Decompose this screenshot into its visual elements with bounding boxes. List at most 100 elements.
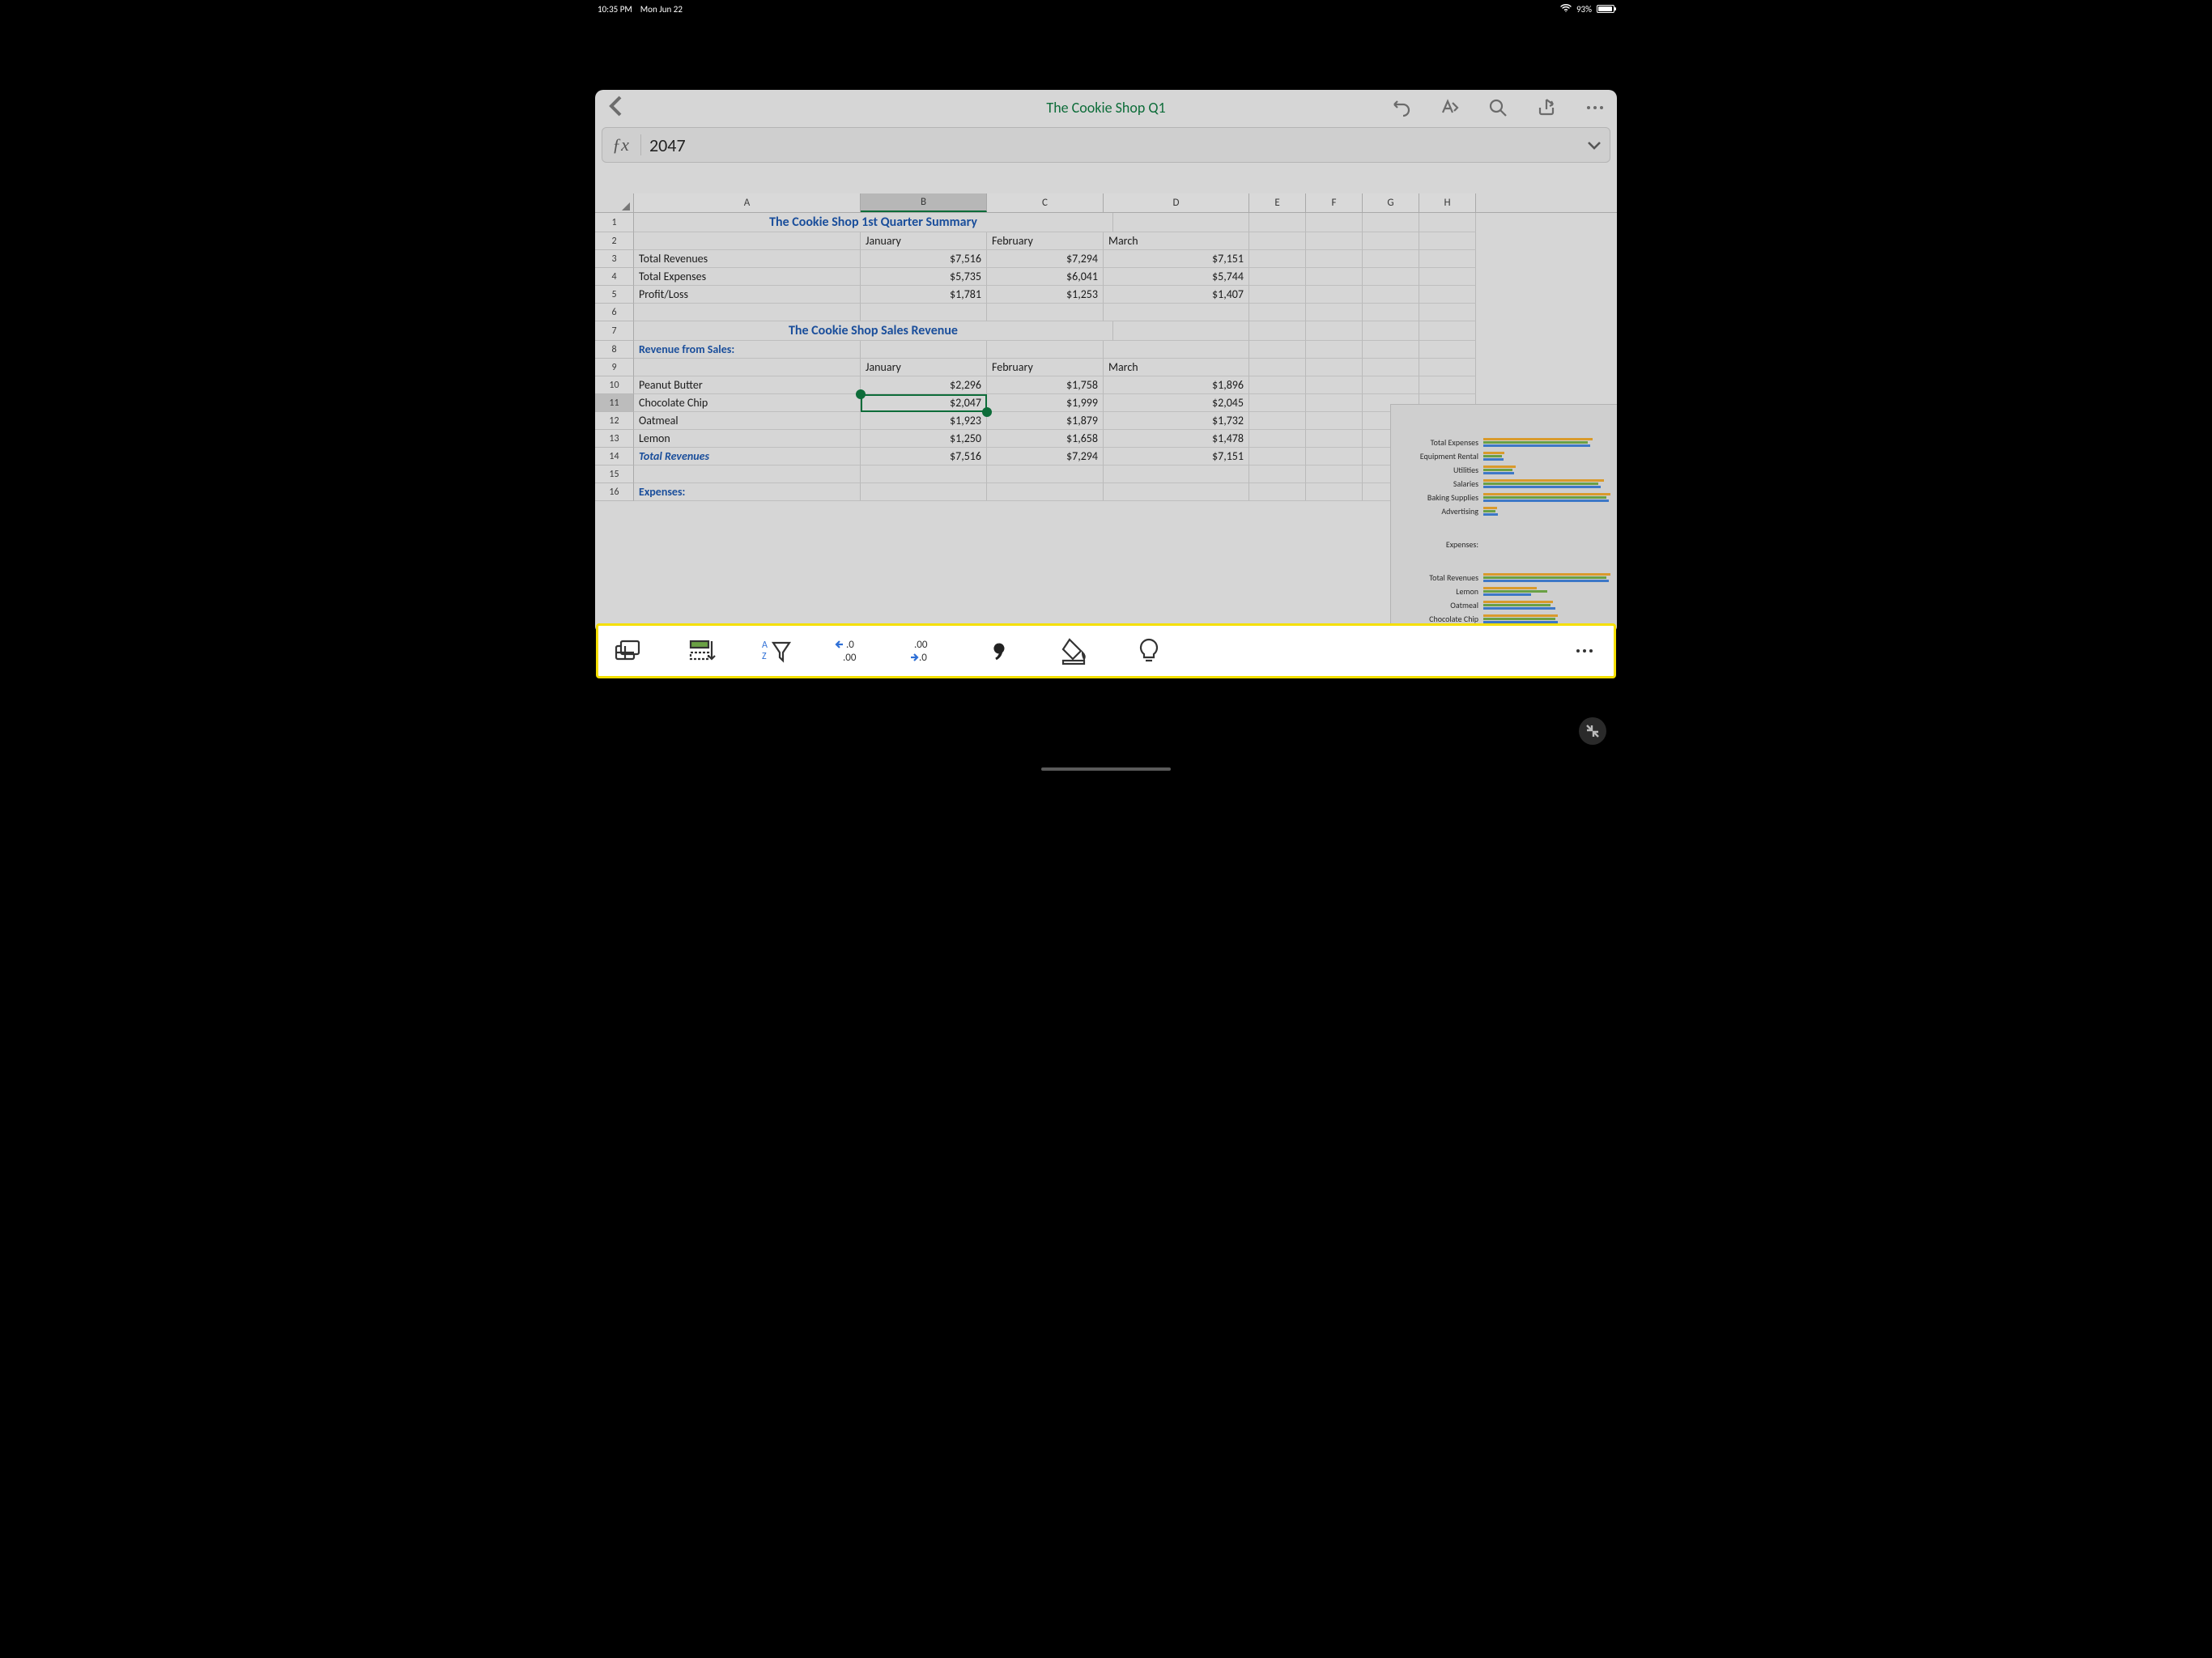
cell[interactable] [1306, 430, 1363, 448]
cell[interactable]: $1,879 [987, 412, 1104, 430]
cell[interactable] [1306, 483, 1363, 501]
cell[interactable] [1249, 430, 1306, 448]
cell[interactable] [1419, 376, 1476, 394]
col-header-d[interactable]: D [1104, 193, 1249, 212]
col-header-f[interactable]: F [1306, 193, 1363, 212]
row-header[interactable]: 9 [595, 359, 634, 376]
cell[interactable] [1306, 304, 1363, 321]
undo-button[interactable] [1389, 96, 1413, 120]
cell-label[interactable]: Profit/Loss [634, 286, 861, 304]
cell[interactable] [1363, 250, 1419, 268]
cell[interactable] [1363, 483, 1419, 501]
row-header[interactable]: 8 [595, 341, 634, 359]
cell[interactable] [1419, 466, 1476, 483]
cell[interactable] [1249, 286, 1306, 304]
cell[interactable]: $7,516 [861, 448, 987, 466]
cell[interactable] [987, 341, 1104, 359]
cell-month-feb[interactable]: February [987, 232, 1104, 250]
cell[interactable] [987, 466, 1104, 483]
cell[interactable]: $7,151 [1104, 250, 1249, 268]
sort-filter-button[interactable]: A Z [757, 631, 796, 670]
row-header[interactable]: 2 [595, 232, 634, 250]
cell[interactable] [1249, 213, 1306, 232]
insert-row-button[interactable] [683, 631, 721, 670]
cell[interactable]: $1,999 [987, 394, 1104, 412]
cell[interactable] [634, 304, 861, 321]
cell[interactable]: $1,732 [1104, 412, 1249, 430]
cell[interactable] [1363, 232, 1419, 250]
cell[interactable] [1419, 341, 1476, 359]
chevron-down-icon[interactable] [1585, 136, 1603, 154]
cell[interactable] [1249, 359, 1306, 376]
cell[interactable]: Expenses: [634, 483, 861, 501]
cell[interactable] [1363, 213, 1419, 232]
selection-handle-br[interactable] [982, 407, 992, 417]
cell[interactable] [1363, 286, 1419, 304]
cell[interactable] [1419, 304, 1476, 321]
cell[interactable] [1249, 483, 1306, 501]
col-header-a[interactable]: A [634, 193, 861, 212]
cell[interactable] [634, 359, 861, 376]
cell[interactable] [1249, 304, 1306, 321]
row-header[interactable]: 13 [595, 430, 634, 448]
more-actions-button[interactable] [1565, 631, 1604, 670]
cell-month-mar[interactable]: March [1104, 232, 1249, 250]
cell[interactable]: $5,744 [1104, 268, 1249, 286]
row-header[interactable]: 1 [595, 213, 634, 232]
home-indicator[interactable] [1041, 767, 1171, 771]
edit-text-button[interactable] [1437, 96, 1461, 120]
col-header-e[interactable]: E [1249, 193, 1306, 212]
cell-month-jan[interactable]: January [861, 232, 987, 250]
row-header[interactable]: 14 [595, 448, 634, 466]
cell[interactable] [1306, 232, 1363, 250]
cell[interactable] [1306, 448, 1363, 466]
cell[interactable] [1306, 321, 1363, 341]
cell-heading2[interactable]: The Cookie Shop Sales Revenue [634, 321, 1113, 341]
decrease-decimal-button[interactable]: .0 .00 [832, 631, 870, 670]
cell[interactable] [1306, 286, 1363, 304]
cell[interactable]: Total Revenues [634, 448, 861, 466]
row-header[interactable]: 6 [595, 304, 634, 321]
cell[interactable] [1249, 412, 1306, 430]
cell[interactable] [1419, 394, 1476, 412]
cell[interactable]: $5,735 [861, 268, 987, 286]
cell[interactable]: February [987, 359, 1104, 376]
cell[interactable]: $1,250 [861, 430, 987, 448]
row-header[interactable]: 16 [595, 483, 634, 501]
cell[interactable] [1306, 250, 1363, 268]
cell-revenue-sales-label[interactable]: Revenue from Sales: [634, 341, 861, 359]
search-button[interactable] [1486, 96, 1510, 120]
comma-style-button[interactable] [981, 631, 1019, 670]
row-header[interactable]: 10 [595, 376, 634, 394]
cell[interactable]: $2,045 [1104, 394, 1249, 412]
cell[interactable]: $1,923 [861, 412, 987, 430]
cell[interactable]: $1,781 [861, 286, 987, 304]
cell[interactable] [1249, 250, 1306, 268]
cell[interactable] [1419, 321, 1476, 341]
cell[interactable] [1249, 394, 1306, 412]
row-header[interactable]: 4 [595, 268, 634, 286]
cell[interactable] [1419, 430, 1476, 448]
cell[interactable]: Oatmeal [634, 412, 861, 430]
cell[interactable] [1419, 286, 1476, 304]
rows[interactable]: 1 The Cookie Shop 1st Quarter Summary 2 … [595, 213, 1617, 634]
cell[interactable] [1419, 483, 1476, 501]
cell[interactable] [1419, 268, 1476, 286]
cell[interactable] [861, 466, 987, 483]
column-headers[interactable]: A B C D E F G H [595, 193, 1617, 213]
cell[interactable] [1249, 466, 1306, 483]
cell[interactable] [1306, 412, 1363, 430]
cell[interactable] [1249, 448, 1306, 466]
cell[interactable]: $1,658 [987, 430, 1104, 448]
cell[interactable] [1419, 250, 1476, 268]
row-header[interactable]: 3 [595, 250, 634, 268]
cell[interactable] [1363, 376, 1419, 394]
cell[interactable] [1249, 321, 1306, 341]
cell[interactable]: $7,294 [987, 250, 1104, 268]
cell[interactable] [1419, 213, 1476, 232]
cell[interactable] [1363, 394, 1419, 412]
cell[interactable] [861, 483, 987, 501]
cell[interactable] [1419, 448, 1476, 466]
increase-decimal-button[interactable]: .00 .0 [906, 631, 945, 670]
cell[interactable]: $2,296 [861, 376, 987, 394]
